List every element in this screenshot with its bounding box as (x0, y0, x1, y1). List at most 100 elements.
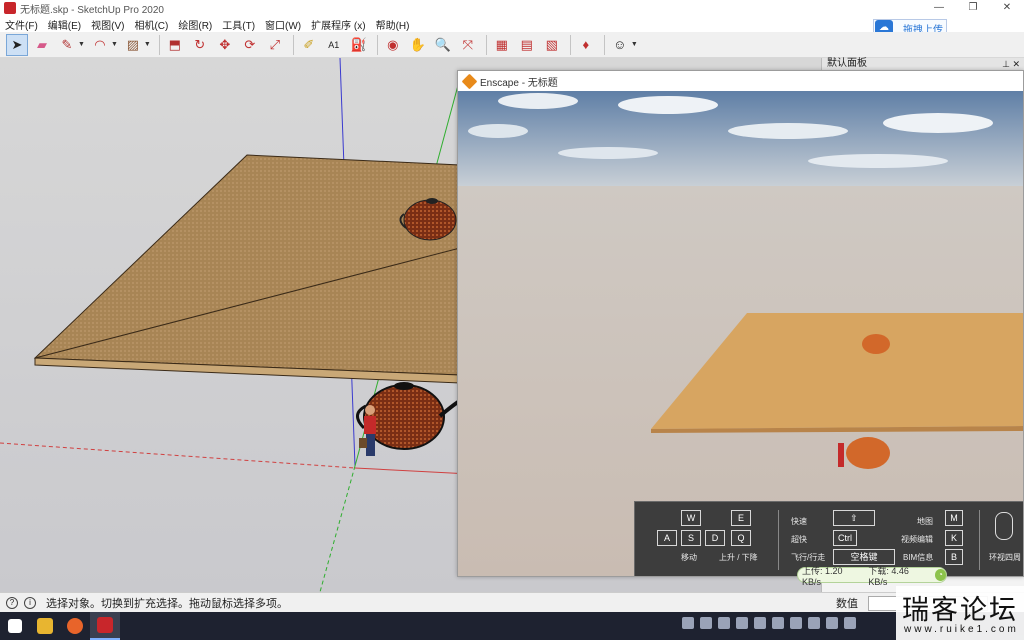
enscape-teapot-large (846, 437, 890, 469)
geo-location-icon[interactable]: ? (6, 596, 18, 609)
rotate-tool-icon[interactable]: ⟳ (239, 34, 261, 56)
volume-icon[interactable] (844, 617, 856, 629)
minimize-button[interactable]: — (922, 0, 956, 16)
taskbar-firefox[interactable] (60, 612, 90, 640)
red-axis (354, 467, 471, 475)
ruby-extension-icon[interactable]: ♦ (575, 34, 597, 56)
red-axis-dashed (0, 442, 356, 469)
cloud (618, 96, 718, 114)
key-e: E (731, 510, 751, 526)
tray-app-icon[interactable] (754, 617, 766, 629)
tray-app-icon[interactable] (772, 617, 784, 629)
taskbar-explorer[interactable] (30, 612, 60, 640)
person-body (364, 416, 376, 434)
menu-extensions[interactable]: 扩展程序 (x) (306, 17, 370, 32)
enscape-render-view[interactable]: W E A S D Q 移动 上升 / 下降 快速 超快 飞行/行走 ⇧ Ctr… (458, 91, 1023, 576)
teapot-small (403, 199, 457, 241)
nav-divider (778, 510, 779, 570)
sketchup-icon (97, 617, 113, 633)
window-controls: — ❐ ✕ (922, 0, 1024, 16)
offset-tool-icon[interactable]: ↻ (189, 34, 211, 56)
enscape-person (838, 443, 844, 467)
paint-bucket-tool-icon[interactable]: ⛽ (348, 34, 370, 56)
arc-tool-icon[interactable]: ◠ (89, 34, 111, 56)
key-w: W (681, 510, 701, 526)
pan-tool-icon[interactable]: ✋ (407, 34, 429, 56)
user-account-icon[interactable]: ☺ (609, 34, 631, 56)
tray-app-icon[interactable] (700, 617, 712, 629)
menu-draw[interactable]: 绘图(R) (173, 17, 217, 32)
key-a: A (657, 530, 677, 546)
cloud (728, 123, 848, 139)
windows-logo-icon (8, 619, 22, 633)
title-bar: 无标题.skp - SketchUp Pro 2020 — ❐ ✕ (0, 0, 1024, 16)
layout-send-icon[interactable]: ▧ (541, 34, 563, 56)
folder-icon (37, 618, 53, 634)
enscape-title: Enscape - 无标题 (480, 77, 558, 89)
taskbar-sketchup[interactable] (90, 612, 120, 640)
enscape-teapot-small (862, 334, 890, 354)
key-m: M (945, 510, 963, 526)
teapot-small-lid (426, 198, 438, 204)
scale-tool-icon[interactable]: ⤢ (264, 34, 286, 56)
key-d: D (705, 530, 725, 546)
text-tool-icon[interactable]: A1 (323, 34, 345, 56)
key-q: Q (731, 530, 751, 546)
speed-meter-icon: ◔ (934, 569, 946, 581)
pencil-tool-icon[interactable]: ✎ (56, 34, 78, 56)
person-bag (359, 438, 367, 448)
menu-tools[interactable]: 工具(T) (217, 17, 260, 32)
tape-measure-tool-icon[interactable]: ✐ (298, 34, 320, 56)
tray-app-icon[interactable] (808, 617, 820, 629)
arc-dropdown-icon[interactable]: ▼ (111, 41, 118, 48)
close-button[interactable]: ✕ (990, 0, 1024, 16)
orbit-tool-icon[interactable]: ◉ (382, 34, 404, 56)
tray-app-icon[interactable] (718, 617, 730, 629)
nav-divider (979, 510, 980, 570)
menu-file[interactable]: 文件(F) (0, 17, 43, 32)
enscape-title-bar: Enscape - 无标题 (458, 71, 1023, 91)
zoom-tool-icon[interactable]: 🔍 (432, 34, 454, 56)
tray-app-icon[interactable] (736, 617, 748, 629)
menu-camera[interactable]: 相机(C) (129, 17, 173, 32)
move-tool-icon[interactable]: ✥ (214, 34, 236, 56)
push-pull-tool-icon[interactable]: ⬒ (164, 34, 186, 56)
upload-speed: 上传: 1.20 KB/s (802, 565, 843, 587)
enscape-logo-icon (461, 73, 478, 89)
cloud (468, 124, 528, 138)
enscape-window[interactable]: Enscape - 无标题 W E A S D Q 移动 上升 / 下降 快速 … (457, 70, 1024, 577)
tray-app-icon[interactable] (790, 617, 802, 629)
maximize-button[interactable]: ❐ (956, 0, 990, 16)
person-head (365, 405, 375, 415)
menu-view[interactable]: 视图(V) (86, 17, 129, 32)
eraser-tool-icon[interactable]: ▰ (31, 34, 53, 56)
pencil-dropdown-icon[interactable]: ▼ (78, 41, 85, 48)
windows-taskbar (0, 612, 1024, 640)
mouse-icon (995, 512, 1013, 540)
cloud (558, 147, 658, 159)
rectangle-tool-icon[interactable]: ▨ (122, 34, 144, 56)
toolbar: ➤ ▰ ✎ ▼ ◠ ▼ ▨ ▼ ⬒ ↻ ✥ ⟳ ⤢ ✐ A1 ⛽ ◉ ✋ 🔍 ⤧… (0, 32, 1024, 58)
watermark-url: www.ruike1.com (904, 624, 1019, 635)
warehouse-icon[interactable]: ▦ (491, 34, 513, 56)
menu-help[interactable]: 帮助(H) (371, 17, 415, 32)
zoom-extents-tool-icon[interactable]: ⤧ (457, 34, 479, 56)
menu-window[interactable]: 窗口(W) (260, 17, 306, 32)
account-dropdown-icon[interactable]: ▼ (631, 41, 638, 48)
wifi-icon[interactable] (826, 617, 838, 629)
menu-edit[interactable]: 编辑(E) (43, 17, 86, 32)
start-button[interactable] (0, 612, 30, 640)
extension-warehouse-icon[interactable]: ▤ (516, 34, 538, 56)
label-video-edit: 视频编辑 (901, 535, 933, 544)
info-icon[interactable]: i (24, 596, 36, 609)
key-k: K (945, 530, 963, 546)
tray-pin-close-icons[interactable]: ⊥ ✕ (1002, 58, 1020, 70)
select-tool-icon[interactable]: ➤ (6, 33, 28, 56)
network-speed-widget: 上传: 1.20 KB/s 下载: 4.46 KB/s ◔ (797, 566, 947, 587)
cloud (498, 93, 578, 109)
cloud (883, 113, 993, 133)
rectangle-dropdown-icon[interactable]: ▼ (144, 41, 151, 48)
tray-title: 默认面板 (827, 58, 867, 69)
watermark-title: 瑞客论坛 (902, 595, 1018, 626)
tray-app-icon[interactable] (682, 617, 694, 629)
